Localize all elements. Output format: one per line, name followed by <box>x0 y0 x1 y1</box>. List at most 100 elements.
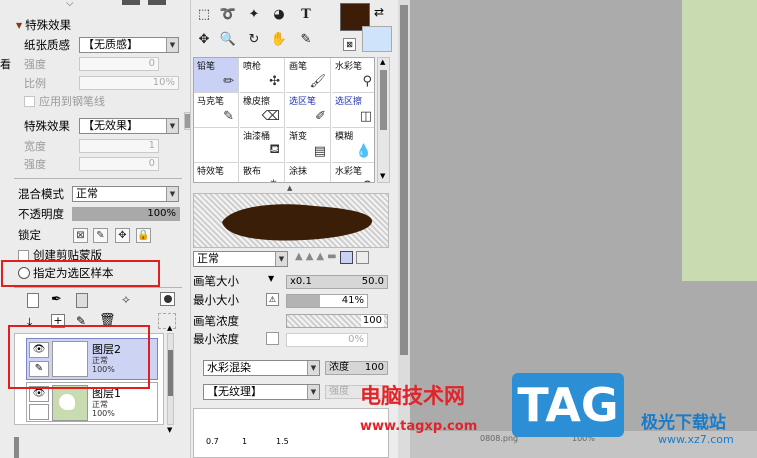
size-preset[interactable]: 1 <box>242 437 247 446</box>
scroll-thumb[interactable] <box>400 5 408 355</box>
apply-pen-checkbox-row[interactable]: 应用到钢笔线 <box>24 92 105 110</box>
move-icon[interactable]: ✥ <box>193 30 215 50</box>
blend-density-slider[interactable]: 浓度 100 <box>325 361 388 375</box>
merge-down-icon[interactable]: ⤓ <box>27 315 32 330</box>
pen-icon[interactable] <box>29 404 49 420</box>
brush-scrollbar[interactable] <box>377 57 390 183</box>
brush-density-slider[interactable]: 100 <box>286 314 388 328</box>
brush-tool-cell[interactable]: 喷枪 ✣ <box>240 58 285 93</box>
strength2-field[interactable]: 0 <box>79 157 159 171</box>
brush-tool-cell[interactable]: 水彩笔 ⚲ <box>332 58 374 93</box>
selection-source-row[interactable]: 指定为选区样本 <box>18 264 114 282</box>
selection-source-radio[interactable] <box>18 267 30 279</box>
mask-icon[interactable] <box>160 292 175 306</box>
blend-mode-select[interactable]: 正常 ▼ <box>72 186 179 202</box>
add-layer-icon[interactable]: + <box>51 314 65 328</box>
transparent-color-icon[interactable]: ⊠ <box>343 38 356 51</box>
size-dropdown-icon[interactable]: ▼ <box>268 274 274 283</box>
pressure-size-icon[interactable]: ⚠ <box>266 293 279 306</box>
edit-layer-icon[interactable]: ✎ <box>76 314 86 328</box>
shape-flat-icon[interactable]: ▬ <box>327 251 336 267</box>
text-tool-icon[interactable]: T <box>295 5 317 25</box>
pressure-density-checkbox[interactable] <box>266 332 279 345</box>
scroll-down-icon[interactable]: ▼ <box>380 172 385 180</box>
shape-triangle-icon[interactable]: ▲ <box>295 251 303 267</box>
shape-dome-icon[interactable]: ▲ <box>316 251 324 267</box>
swap-colors-icon[interactable]: ⇄ <box>374 5 384 19</box>
special-effect-select[interactable]: 【无效果】 ▼ <box>79 118 179 134</box>
rotate-icon[interactable]: ↻ <box>243 30 265 50</box>
background-color-swatch[interactable] <box>362 26 392 52</box>
panel-button[interactable] <box>122 0 140 5</box>
scroll-thumb[interactable] <box>380 70 387 130</box>
shape-icon[interactable]: ◕ <box>268 5 290 25</box>
dropdown-arrow-icon[interactable]: ⌵ <box>66 0 74 9</box>
scroll-up-icon[interactable]: ▲ <box>167 324 172 332</box>
new-folder-icon[interactable] <box>76 293 88 308</box>
min-density-slider[interactable]: 0% <box>286 333 368 347</box>
ratio-field[interactable]: 10% <box>79 76 179 90</box>
shape-square-empty-icon[interactable] <box>355 251 369 264</box>
trash-icon[interactable]: 🗑 <box>99 313 116 328</box>
canvas-paper[interactable] <box>682 0 757 281</box>
brush-tool-cell[interactable]: 水彩笔 ⚲ <box>332 163 374 182</box>
layer-item[interactable]: 👁 图层1 正常 100% <box>26 382 158 422</box>
scroll-down-icon[interactable]: ▼ <box>167 426 172 434</box>
lock-transparency-icon[interactable]: ⊠ <box>73 228 88 243</box>
resize-handle-icon[interactable]: ▲ <box>287 184 292 192</box>
new-layer-icon[interactable] <box>27 293 39 308</box>
shape-square-icon[interactable] <box>339 251 353 264</box>
size-preset[interactable]: 1.5 <box>276 437 289 446</box>
lock-all-icon[interactable]: 🔒 <box>136 228 151 243</box>
blend-type-select[interactable]: 水彩混染 ▼ <box>203 360 320 376</box>
lock-paint-icon[interactable]: ✎ <box>93 228 108 243</box>
brush-shape-buttons: ▲ ▲ ▲ ▬ <box>295 251 379 267</box>
brush-tool-cell[interactable]: 选区笔 ✐ <box>286 93 331 128</box>
clip-mask-row[interactable]: 创建剪贴蒙版 <box>18 246 102 264</box>
new-pen-layer-icon[interactable]: ✒ <box>51 292 62 307</box>
layer-item[interactable]: 👁 ✎ 图层2 正常 100% <box>26 338 158 380</box>
chevron-down-icon: ▼ <box>275 252 287 266</box>
marker-icon: ✎ <box>223 109 234 124</box>
lasso-icon[interactable]: ➰ <box>217 5 239 25</box>
brush-tool-cell[interactable]: 铅笔 ✏ <box>194 58 239 93</box>
strength-field[interactable]: 0 <box>79 57 159 71</box>
pen-icon[interactable]: ✎ <box>29 361 49 377</box>
brush-size-slider[interactable]: x0.1 50.0 <box>286 275 388 289</box>
shape-round-icon[interactable]: ▲ <box>306 251 314 267</box>
min-size-slider[interactable]: 41% <box>286 294 368 308</box>
brush-tool-cell[interactable]: 马克笔 ✎ <box>194 93 239 128</box>
brush-tool-cell[interactable]: 散布 ⁂ <box>240 163 285 182</box>
apply-pen-checkbox[interactable] <box>24 95 35 107</box>
brush-tool-cell[interactable]: 涂抹 ☞ <box>286 163 331 182</box>
eyedropper-icon[interactable]: ✎ <box>295 30 317 50</box>
layer-scrollbar[interactable] <box>167 333 174 425</box>
size-preset[interactable]: 0.7 <box>206 437 219 446</box>
clip-mask-checkbox[interactable] <box>18 249 29 261</box>
rect-select-icon[interactable]: ⬚ <box>193 5 215 25</box>
brush-tool-cell[interactable]: 油漆桶 ⛾ <box>240 128 285 163</box>
eye-icon[interactable]: 👁 <box>29 342 49 358</box>
selection-move-icon[interactable]: ⟡ <box>122 292 130 307</box>
brush-tool-cell[interactable]: 模糊 💧 <box>332 128 374 163</box>
opacity-slider[interactable]: 100% <box>72 207 180 221</box>
brush-tool-cell[interactable] <box>194 128 239 163</box>
magic-wand-icon[interactable]: ✦ <box>243 5 265 25</box>
lock-move-icon[interactable]: ✥ <box>115 228 130 243</box>
scroll-thumb[interactable] <box>168 350 173 396</box>
panel-button[interactable] <box>148 0 166 5</box>
section-header[interactable]: ▼ 特殊效果 <box>16 16 71 34</box>
width-field[interactable]: 1 <box>79 139 159 153</box>
scroll-up-icon[interactable]: ▲ <box>380 58 385 66</box>
brush-tool-cell[interactable]: 橡皮擦 ⌫ <box>240 93 285 128</box>
brush-tool-cell[interactable]: 特效笔 ✑ <box>194 163 239 182</box>
brush-tool-cell[interactable]: 渐变 ▤ <box>286 128 331 163</box>
brush-mode-select[interactable]: 正常 ▼ <box>193 251 288 267</box>
brush-tool-cell[interactable]: 选区擦 ◫ <box>332 93 374 128</box>
brush-tool-cell[interactable]: 画笔 🖌 <box>286 58 331 93</box>
texture-select[interactable]: 【无纹理】 ▼ <box>203 384 320 400</box>
eye-icon[interactable]: 👁 <box>29 386 49 402</box>
zoom-icon[interactable]: 🔍 <box>217 30 239 50</box>
hand-icon[interactable]: ✋ <box>268 30 290 50</box>
paper-texture-select[interactable]: 【无质感】 ▼ <box>79 37 179 53</box>
